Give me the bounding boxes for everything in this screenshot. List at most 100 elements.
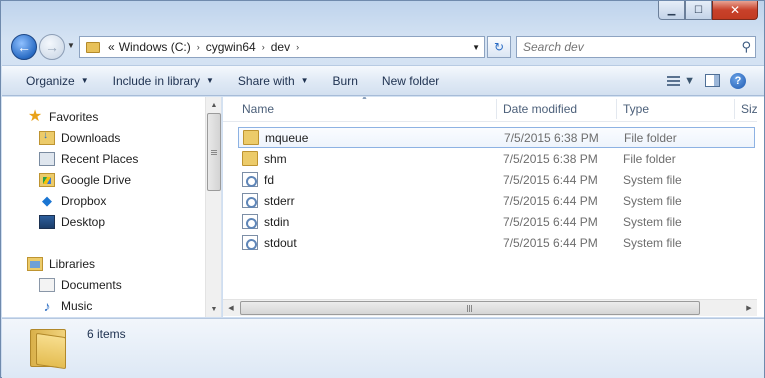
- include-in-library-button[interactable]: Include in library ▼: [101, 66, 226, 95]
- chevron-right-icon[interactable]: ›: [262, 42, 265, 52]
- nav-item-downloads[interactable]: Downloads: [39, 128, 120, 148]
- nav-item-label: Recent Places: [61, 152, 139, 166]
- minimize-button[interactable]: ▁: [658, 1, 685, 20]
- folder-icon: [242, 151, 258, 166]
- column-type[interactable]: Type: [623, 102, 649, 116]
- breadcrumb-overflow[interactable]: «: [108, 40, 115, 54]
- burn-button[interactable]: Burn: [321, 66, 370, 95]
- file-row-fd[interactable]: fd 7/5/2015 6:44 PM System file: [238, 169, 755, 190]
- file-name: shm: [264, 151, 287, 166]
- burn-label: Burn: [332, 73, 358, 88]
- search-box[interactable]: ⚲: [516, 36, 756, 58]
- organize-label: Organize: [26, 73, 75, 88]
- chevron-down-icon: ▼: [300, 76, 309, 85]
- file-row-stdout[interactable]: stdout 7/5/2015 6:44 PM System file: [238, 232, 755, 253]
- nav-item-recent-places[interactable]: Recent Places: [39, 149, 138, 169]
- nav-item-label: Dropbox: [61, 194, 107, 208]
- file-date: 7/5/2015 6:38 PM: [503, 151, 598, 166]
- chevron-down-icon: ▼: [206, 76, 214, 85]
- nav-favorites[interactable]: ★ Favorites: [27, 107, 99, 127]
- nav-libraries-label: Libraries: [49, 257, 96, 271]
- system-file-icon: [242, 214, 258, 229]
- column-size[interactable]: Siz: [741, 102, 757, 116]
- nav-favorites-label: Favorites: [49, 110, 99, 124]
- file-date: 7/5/2015 6:44 PM: [503, 172, 598, 187]
- file-type: System file: [623, 193, 682, 208]
- nav-item-label: Music: [61, 299, 93, 313]
- breadcrumb-item-drive[interactable]: Windows (C:): [119, 40, 191, 54]
- search-icon[interactable]: ⚲: [741, 39, 751, 55]
- nav-item-music[interactable]: ♪ Music: [39, 296, 93, 316]
- nav-item-desktop[interactable]: Desktop: [39, 212, 105, 232]
- file-type: System file: [623, 172, 682, 187]
- nav-scrollbar[interactable]: ▲ ▼: [205, 97, 221, 317]
- refresh-button[interactable]: ↻: [487, 36, 511, 58]
- chevron-right-icon[interactable]: ›: [296, 42, 299, 52]
- scroll-right-icon[interactable]: ▶: [741, 300, 757, 316]
- new-folder-label: New folder: [381, 73, 440, 88]
- nav-item-label: Google Drive: [61, 173, 132, 187]
- details-pane: 6 items: [2, 318, 764, 378]
- file-name: stdout: [264, 235, 297, 250]
- nav-libraries[interactable]: Libraries: [27, 254, 95, 274]
- file-list-edge: [757, 97, 764, 317]
- file-type: System file: [623, 235, 682, 250]
- recent-places-icon: [39, 152, 55, 166]
- column-date-modified[interactable]: Date modified: [503, 102, 577, 116]
- help-button[interactable]: ?: [730, 72, 746, 89]
- nav-item-dropbox[interactable]: ◆ Dropbox: [39, 191, 106, 211]
- column-name[interactable]: Name: [242, 102, 274, 116]
- address-dropdown-icon[interactable]: ▼: [472, 43, 480, 52]
- new-folder-button[interactable]: New folder: [370, 66, 451, 95]
- explorer-window: ▁ ☐ ✕ ← → ▼ « Windows (C:) › cygwin64 › …: [0, 0, 765, 378]
- back-button[interactable]: ←: [11, 34, 37, 60]
- folder-icon: [243, 130, 259, 145]
- include-in-library-label: Include in library: [112, 73, 200, 88]
- chevron-right-icon[interactable]: ›: [197, 42, 200, 52]
- column-headers: ▲ Name Date modified Type Siz: [223, 97, 757, 122]
- hscroll-thumb[interactable]: [240, 301, 700, 315]
- file-row-stderr[interactable]: stderr 7/5/2015 6:44 PM System file: [238, 190, 755, 211]
- file-date: 7/5/2015 6:44 PM: [503, 235, 598, 250]
- nav-scroll-thumb[interactable]: [207, 113, 221, 191]
- organize-button[interactable]: Organize ▼: [2, 66, 101, 95]
- file-row-mqueue[interactable]: mqueue 7/5/2015 6:38 PM File folder: [238, 127, 755, 148]
- google-drive-icon: [39, 173, 55, 187]
- change-view-button[interactable]: ▼: [667, 75, 695, 87]
- caption-buttons: ▁ ☐ ✕: [658, 1, 758, 20]
- close-button[interactable]: ✕: [712, 1, 758, 20]
- scroll-up-icon[interactable]: ▲: [206, 97, 221, 113]
- sort-ascending-icon: ▲: [361, 97, 368, 101]
- preview-pane-button[interactable]: [705, 74, 720, 87]
- folder-large-icon: [30, 325, 68, 370]
- scroll-down-icon[interactable]: ▼: [206, 301, 221, 317]
- file-row-stdin[interactable]: stdin 7/5/2015 6:44 PM System file: [238, 211, 755, 232]
- navigation-pane: ★ Favorites Downloads Recent Places Goog…: [2, 97, 222, 317]
- nav-item-google-drive[interactable]: Google Drive: [39, 170, 131, 190]
- nav-item-label: Desktop: [61, 215, 106, 229]
- file-row-shm[interactable]: shm 7/5/2015 6:38 PM File folder: [238, 148, 755, 169]
- downloads-icon: [39, 130, 55, 145]
- recent-pages-dropdown[interactable]: ▼: [67, 41, 75, 50]
- file-type: System file: [623, 214, 682, 229]
- system-file-icon: [242, 235, 258, 250]
- nav-item-documents[interactable]: Documents: [39, 275, 122, 295]
- chevron-down-icon: ▼: [684, 74, 695, 87]
- breadcrumb-item-dev[interactable]: dev: [271, 40, 290, 54]
- maximize-button[interactable]: ☐: [685, 1, 712, 20]
- desktop-icon: [39, 215, 55, 229]
- file-list-hscrollbar[interactable]: ◀ ▶: [223, 299, 757, 316]
- file-date: 7/5/2015 6:44 PM: [503, 193, 598, 208]
- libraries-icon: [27, 257, 43, 271]
- breadcrumb: « Windows (C:) › cygwin64 › dev ›: [108, 40, 305, 54]
- file-list: ▲ Name Date modified Type Siz mqueue 7/5…: [223, 97, 757, 317]
- share-with-label: Share with: [237, 73, 295, 88]
- forward-button[interactable]: →: [39, 34, 65, 60]
- folder-icon: [86, 41, 100, 53]
- share-with-button[interactable]: Share with ▼: [226, 66, 321, 95]
- search-input[interactable]: [523, 40, 723, 54]
- address-bar[interactable]: « Windows (C:) › cygwin64 › dev › ▼: [79, 36, 485, 58]
- scroll-left-icon[interactable]: ◀: [223, 300, 239, 316]
- star-icon: ★: [27, 108, 43, 125]
- breadcrumb-item-cygwin64[interactable]: cygwin64: [206, 40, 256, 54]
